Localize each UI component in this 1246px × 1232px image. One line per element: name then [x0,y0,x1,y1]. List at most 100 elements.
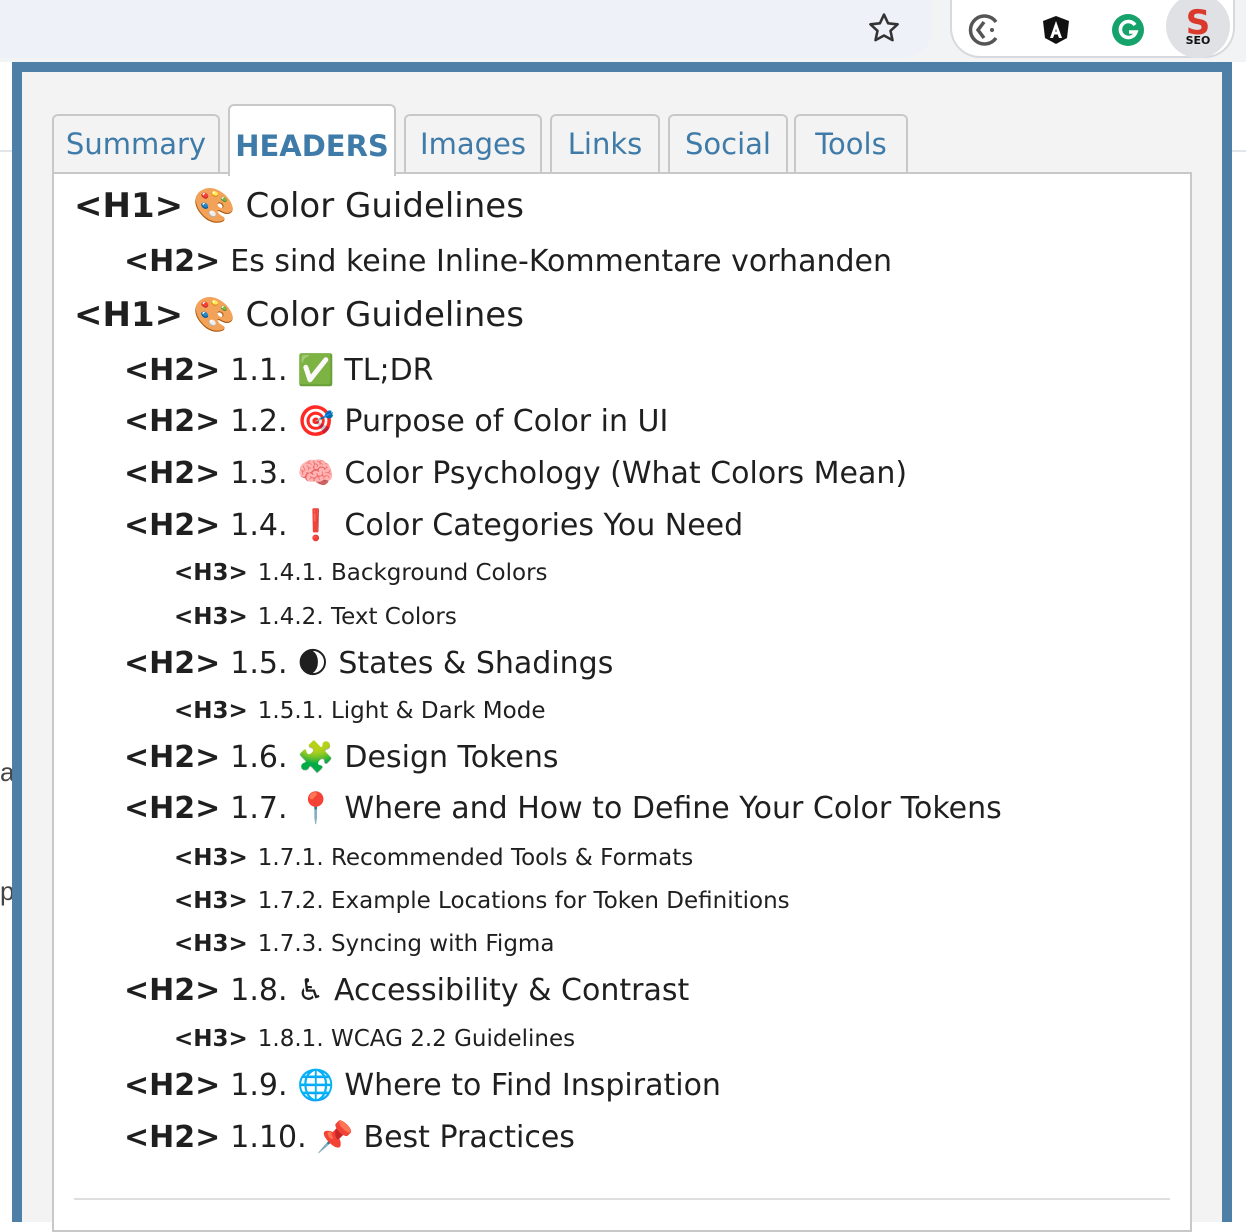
header-level-tag: <H2> [124,740,221,775]
header-row: <H3> 1.8.1. WCAG 2.2 Guidelines [174,1026,575,1052]
header-number: 1.3. [230,456,288,491]
address-bar-end[interactable] [0,0,932,58]
header-number: 1.4.2. [257,604,324,630]
header-number: 1.9. [230,1068,288,1103]
header-number: 1.5.1. [257,698,324,724]
header-level-tag: <H2> [124,353,221,388]
header-number: 1.8. [230,973,288,1008]
header-row: <H1> 🎨 Color Guidelines [74,295,524,335]
exclamation-icon: ❗ [297,508,335,543]
header-text: Background Colors [330,560,548,586]
palette-icon: 🎨 [193,186,236,226]
header-text: Syncing with Figma [330,931,555,957]
header-row: <H3> 1.5.1. Light & Dark Mode [174,698,545,724]
header-number: 1.7.3. [257,931,324,957]
header-text: Text Colors [330,604,457,630]
seo-extension-label: SEO [1186,34,1211,47]
header-level-tag: <H2> [124,1120,221,1155]
header-text: Color Guidelines [245,295,524,335]
tab-tools[interactable]: Tools [794,114,908,172]
header-text: Where and How to Define Your Color Token… [344,791,1002,826]
page-divider [1232,150,1246,152]
header-number: 1.10. [230,1120,307,1155]
header-row: <H2> 1.8. ♿ Accessibility & Contrast [124,973,689,1008]
header-text: Color Guidelines [245,186,524,226]
header-level-tag: <H3> [174,1026,248,1052]
header-text: States & Shadings [338,646,614,681]
header-level-tag: <H2> [124,456,221,491]
header-row: <H3> 1.7.2. Example Locations for Token D… [174,888,790,914]
header-level-tag: <H3> [174,888,248,914]
header-number: 1.5. [230,646,288,681]
header-number: 1.4. [230,508,288,543]
pin-icon: 📍 [297,791,335,826]
tab-links[interactable]: Links [550,114,660,172]
header-text: Color Psychology (What Colors Mean) [344,456,908,491]
header-level-tag: <H2> [124,646,221,681]
header-row: <H2> 1.4. ❗ Color Categories You Need [124,508,743,543]
header-text: Es sind keine Inline-Kommentare vorhande… [230,244,892,279]
header-number: 1.7.1. [257,845,324,871]
header-row: <H1> 🎨 Color Guidelines [74,186,524,226]
tab-summary[interactable]: Summary [52,114,220,172]
header-text: Best Practices [363,1120,575,1155]
header-text: Color Categories You Need [344,508,744,543]
header-row: <H2> 1.10. 📌 Best Practices [124,1120,575,1155]
header-text: Recommended Tools & Formats [330,845,694,871]
header-level-tag: <H3> [174,698,248,724]
header-number: 1.6. [230,740,288,775]
check-mark-icon: ✅ [297,353,335,388]
tab-social[interactable]: Social [668,114,788,172]
header-text: Accessibility & Contrast [333,973,690,1008]
header-number: 1.8.1. [257,1026,324,1052]
page-text-fragment: pe [0,876,12,906]
header-row: <H2> 1.2. 🎯 Purpose of Color in UI [124,404,668,439]
header-row: <H2> 1.1. ✅ TL;DR [124,353,434,388]
header-level-tag: <H2> [124,1068,221,1103]
seo-extension-icon[interactable]: S SEO [1166,0,1230,58]
moon-icon: 🌒 [297,646,329,681]
seo-popup: Summary HEADERS Images Links Social Tool… [12,62,1232,1232]
extensions-tray: S SEO [950,0,1235,58]
header-level-tag: <H2> [124,973,221,1008]
panel-divider [74,1198,1170,1200]
header-level-tag: <H2> [124,791,221,826]
brain-icon: 🧠 [297,456,335,491]
header-number: 1.1. [230,353,288,388]
header-text: WCAG 2.2 Guidelines [330,1026,576,1052]
header-row: <H2> 1.5. 🌒 States & Shadings [124,646,613,681]
header-row: <H2> 1.3. 🧠 Color Psychology (What Colors … [124,456,907,491]
header-level-tag: <H2> [124,244,221,279]
header-level-tag: <H1> [74,186,184,226]
headers-panel: <H1> 🎨 Color Guidelines <H2> Es sind keine … [52,172,1192,1232]
header-number: 1.2. [230,404,288,439]
header-text: Example Locations for Token Definitions [330,888,790,914]
header-number: 1.7. [230,791,288,826]
grammarly-icon[interactable] [1106,8,1150,52]
globe-icon: 🌐 [297,1068,335,1103]
header-level-tag: <H1> [74,295,184,335]
tab-headers[interactable]: HEADERS [228,104,396,176]
header-row: <H3> 1.7.1. Recommended Tools & Formats [174,845,693,871]
header-row: <H2> 1.9. 🌐 Where to Find Inspiration [124,1068,721,1103]
wheelchair-icon: ♿ [297,973,324,1008]
header-row: <H3> 1.4.1. Background Colors [174,560,548,586]
header-text: Purpose of Color in UI [344,404,669,439]
header-row: <H2> 1.6. 🧩 Design Tokens [124,740,559,775]
reload-circle-icon[interactable] [962,8,1006,52]
header-number: 1.7.2. [257,888,324,914]
header-level-tag: <H3> [174,560,248,586]
header-row: <H3> 1.7.3. Syncing with Figma [174,931,554,957]
star-icon[interactable] [862,6,906,50]
header-level-tag: <H2> [124,404,221,439]
header-level-tag: <H3> [174,604,248,630]
palette-icon: 🎨 [193,295,236,335]
tab-images[interactable]: Images [404,114,542,172]
header-row: <H3> 1.4.2. Text Colors [174,604,457,630]
page-divider [0,150,12,152]
angular-icon[interactable] [1034,8,1078,52]
browser-toolbar: S SEO [0,0,1246,62]
target-icon: 🎯 [297,404,335,439]
header-row: <H2> Es sind keine Inline-Kommentare vorh… [124,244,892,279]
header-text: Where to Find Inspiration [344,1068,721,1103]
